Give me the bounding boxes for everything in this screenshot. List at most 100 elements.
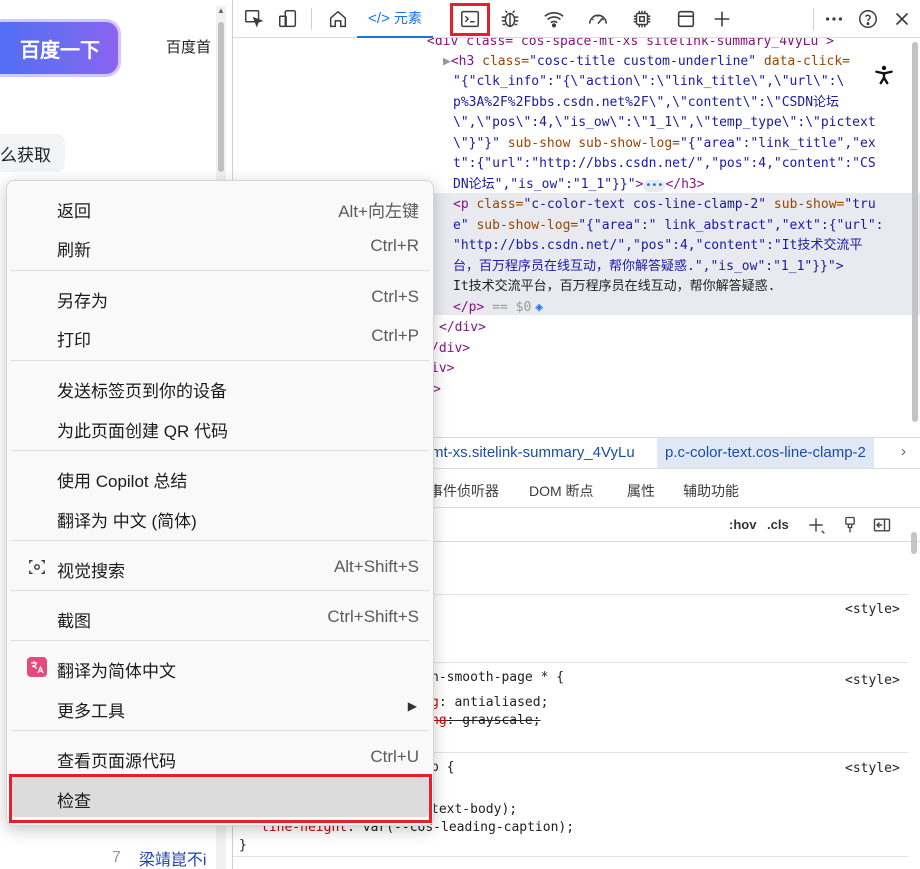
dom-node-h3[interactable]: ▶<h3 class="cosc-title custom-underline"…	[443, 52, 850, 72]
menu-item-refresh[interactable]: 刷新 Ctrl+R	[11, 226, 429, 266]
dom-node-div[interactable]: <div class= cos-space-mt-xs sitelink-sum…	[427, 38, 834, 52]
welcome-home-icon[interactable]	[323, 4, 353, 34]
baidu-search-button[interactable]: 百度一下	[0, 22, 118, 74]
attr-name: data-click=	[756, 54, 851, 69]
css-selector[interactable]: p {	[431, 759, 454, 777]
console-tab-highlight	[450, 3, 490, 36]
network-wifi-icon[interactable]	[539, 4, 569, 34]
menu-item-visual-search[interactable]: 视觉搜索 Alt+Shift+S	[11, 547, 429, 587]
menu-item-back[interactable]: 返回 Alt+向左键	[11, 187, 429, 227]
menu-label: 发送标签页到你的设备	[57, 382, 227, 401]
menu-shortcut: Ctrl+R	[370, 236, 419, 255]
dom-node-p[interactable]: <p class="c-color-text cos-line-clamp-2"…	[453, 195, 876, 215]
chip-text: 么获取	[0, 145, 51, 165]
tab-elements[interactable]: </> 元素	[357, 0, 433, 38]
css-value: : grayscale;	[446, 713, 541, 728]
menu-divider	[11, 730, 429, 731]
style-source-link[interactable]: <style>	[845, 601, 900, 619]
dom-node-close[interactable]: >	[433, 380, 441, 400]
css-declaration[interactable]: text-body);	[431, 801, 517, 819]
menu-item-save-as[interactable]: 另存为 Ctrl+S	[11, 277, 429, 317]
dom-node-div-close[interactable]: /div>	[431, 339, 470, 359]
baidu-homepage-link[interactable]: 百度首	[166, 36, 211, 57]
breadcrumb-item[interactable]: mt-xs.sitelink-summary_4VyLu	[431, 444, 635, 461]
menu-item-copilot-summary[interactable]: 使用 Copilot 总结	[11, 457, 429, 497]
sources-bug-icon[interactable]	[495, 4, 525, 34]
menu-item-print[interactable]: 打印 Ctrl+P	[11, 316, 429, 356]
menu-shortcut: Ctrl+U	[370, 747, 419, 766]
css-rule-close: }	[239, 838, 247, 853]
page-scrollbar-thumb[interactable]	[218, 22, 224, 172]
menu-item-translate-to[interactable]: 翻译为 中文 (简体)	[11, 497, 429, 537]
menu-divider	[11, 360, 429, 361]
related-search-chip[interactable]: 么获取	[0, 134, 65, 172]
css-declaration[interactable]: g: antialiased;	[431, 694, 548, 712]
menu-label: 另存为	[57, 292, 108, 311]
help-icon[interactable]	[853, 4, 883, 34]
attr-name: class=	[468, 197, 524, 212]
menu-shortcut: Alt+Shift+S	[333, 557, 419, 576]
tab-properties[interactable]: 属性	[627, 481, 655, 501]
style-source-link[interactable]: <style>	[845, 672, 900, 690]
menu-item-screenshot[interactable]: 截图 Ctrl+Shift+S	[11, 597, 429, 637]
memory-chip-icon[interactable]	[627, 4, 657, 34]
menu-item-qr-code[interactable]: 为此页面创建 QR 代码	[11, 407, 429, 447]
hov-toggle[interactable]: :hov	[729, 517, 756, 532]
menu-label: 为此页面创建 QR 代码	[57, 422, 228, 441]
rank-title[interactable]: 梁靖崑不i	[139, 846, 207, 869]
tab-dom-breakpoints[interactable]: DOM 断点	[529, 481, 594, 501]
scroll-up-arrow-icon[interactable]: ▲	[217, 6, 225, 15]
menu-item-view-source[interactable]: 查看页面源代码 Ctrl+U	[11, 737, 429, 777]
style-source-link[interactable]: <style>	[845, 760, 900, 778]
cls-toggle[interactable]: .cls	[767, 517, 789, 532]
tab-accessibility[interactable]: 辅助功能	[683, 481, 739, 501]
toggle-sidebar-icon[interactable]	[871, 514, 893, 536]
device-emulation-icon[interactable]	[273, 4, 303, 34]
menu-label: 打印	[57, 331, 91, 350]
performance-gauge-icon[interactable]	[583, 4, 613, 34]
p-close-line[interactable]: </p> == $0 ◈	[453, 298, 543, 318]
attr-value: e"	[453, 218, 469, 233]
h3-tag: <h3	[450, 54, 475, 69]
menu-item-translate-simplified[interactable]: 翻译为简体中文	[11, 647, 429, 687]
visual-search-icon	[27, 557, 47, 577]
element-state-icon[interactable]	[839, 514, 861, 536]
menu-label: 使用 Copilot 总结	[57, 472, 188, 491]
css-declaration-overridden[interactable]: ng: grayscale;	[431, 712, 541, 730]
new-style-rule-icon[interactable]	[805, 514, 827, 536]
application-panel-icon[interactable]	[671, 4, 701, 34]
menu-label: 刷新	[57, 241, 91, 260]
attr-value-line: 台，百万程序员在线互动，帮你解答疑惑.","is_ow":"1_1"}}">	[453, 259, 844, 274]
menu-label: 翻译为 中文 (简体)	[57, 512, 197, 531]
text-node[interactable]: It技术交流平台，百万程序员在线互动，帮你解答疑惑.	[453, 277, 775, 297]
dom-node-div-close[interactable]: </div>	[439, 318, 486, 338]
copilot-explain-icon[interactable]: ◈	[535, 300, 543, 315]
hot-list-item[interactable]: 7 梁靖崑不i	[112, 846, 206, 869]
context-menu: 返回 Alt+向左键 刷新 Ctrl+R 另存为 Ctrl+S 打印 Ctrl+…	[6, 180, 434, 826]
chevron-right-icon[interactable]: ›	[901, 443, 906, 460]
expand-triangle-icon[interactable]: ▶	[443, 54, 451, 69]
css-selector[interactable]: h-smooth-page * {	[431, 669, 564, 687]
attr-value: "{"area":"link_title","ex	[679, 136, 876, 151]
tab-event-listeners[interactable]: 事件侦听器	[429, 481, 499, 501]
tag-gt: >	[635, 177, 644, 192]
attr-value: "tru	[844, 197, 876, 212]
dom-node-div-close[interactable]: iv>	[431, 359, 454, 379]
close-icon[interactable]	[887, 4, 917, 34]
css-value: : antialiased;	[438, 695, 549, 710]
more-options-icon[interactable]	[819, 4, 849, 34]
dom-scrollbar-thumb[interactable]	[912, 42, 918, 422]
menu-shortcut: Ctrl+Shift+S	[327, 607, 419, 626]
menu-label: 查看页面源代码	[57, 752, 176, 771]
dom-tree-scrollbar[interactable]	[909, 38, 920, 436]
rank-number: 7	[112, 849, 121, 866]
breadcrumb-item-selected[interactable]: p.c-color-text.cos-line-clamp-2	[657, 438, 874, 468]
menu-item-more-tools[interactable]: 更多工具 ▶	[11, 687, 429, 727]
add-panel-icon[interactable]	[707, 4, 737, 34]
ellipsis-badge-icon[interactable]: •••	[643, 180, 666, 192]
menu-label: 返回	[57, 202, 91, 221]
attr-value-line: DN论坛","is_ow":"1_1"}}"> ••• </h3>	[453, 175, 705, 195]
accessibility-icon[interactable]	[869, 60, 899, 90]
menu-item-send-tab[interactable]: 发送标签页到你的设备	[11, 367, 429, 407]
inspect-element-icon[interactable]	[239, 4, 269, 34]
